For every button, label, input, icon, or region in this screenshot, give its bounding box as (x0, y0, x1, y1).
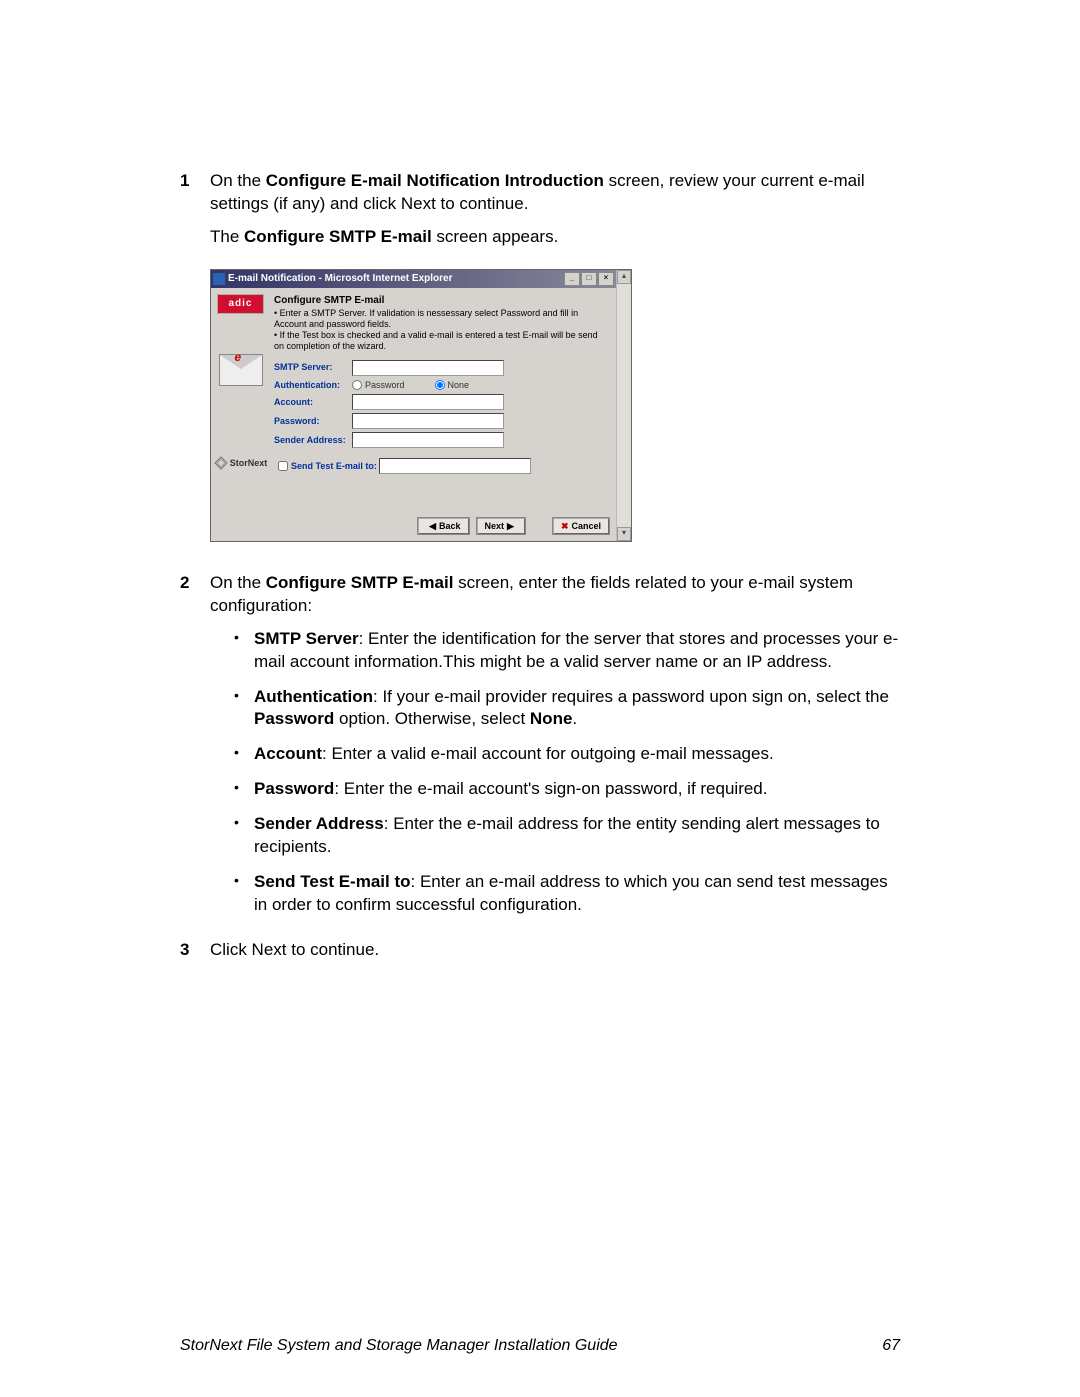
stornext-logo: StorNext (214, 456, 268, 470)
send-test-checkbox[interactable] (278, 461, 288, 471)
password-input[interactable] (352, 413, 504, 429)
auth-option-password[interactable]: Password (352, 379, 405, 391)
send-test-label: Send Test E-mail to: (291, 460, 379, 472)
minimize-button[interactable]: _ (564, 272, 580, 286)
x-icon: ✖ (561, 520, 569, 532)
adic-logo: adic (217, 294, 264, 314)
sender-address-input[interactable] (352, 432, 504, 448)
authentication-label: Authentication: (274, 379, 352, 391)
auth-option-none[interactable]: None (435, 379, 470, 391)
smtp-server-row: SMTP Server: (274, 360, 608, 376)
bullet-smtp-server: SMTP Server: Enter the identification fo… (234, 628, 900, 674)
scroll-up-icon[interactable]: ▴ (617, 270, 631, 284)
auth-password-radio[interactable] (352, 380, 362, 390)
step-1-line-1: On the Configure E-mail Notification Int… (210, 170, 900, 216)
side-panel: adic e StorNext (213, 290, 268, 509)
password-row: Password: (274, 413, 608, 429)
step-body: Click Next to continue. (210, 939, 900, 972)
field-bullets: SMTP Server: Enter the identification fo… (234, 628, 900, 917)
step-3: 3 Click Next to continue. (180, 939, 900, 972)
step-1: 1 On the Configure E-mail Notification I… (180, 170, 900, 259)
step-2: 2 On the Configure SMTP E-mail screen, e… (180, 572, 900, 929)
sender-address-row: Sender Address: (274, 432, 608, 448)
password-label: Password: (274, 415, 352, 427)
scroll-track[interactable] (617, 284, 631, 527)
page-footer: StorNext File System and Storage Manager… (180, 1335, 900, 1357)
panel-hints: • Enter a SMTP Server. If validation is … (274, 308, 608, 351)
next-button[interactable]: Next ▶ (476, 517, 526, 535)
account-input[interactable] (352, 394, 504, 410)
arrow-left-icon: ◀ (429, 520, 436, 532)
step-number: 1 (180, 170, 210, 259)
close-button[interactable]: × (598, 272, 614, 286)
panel-title: Configure SMTP E-mail (274, 294, 608, 308)
bullet-authentication: Authentication: If your e-mail provider … (234, 686, 900, 732)
window-title: E-mail Notification - Microsoft Internet… (228, 272, 452, 286)
ie-icon (213, 273, 225, 285)
step-2-line: On the Configure SMTP E-mail screen, ent… (210, 572, 900, 618)
account-row: Account: (274, 394, 608, 410)
step-number: 3 (180, 939, 210, 972)
sender-address-label: Sender Address: (274, 434, 352, 446)
auth-none-radio[interactable] (435, 380, 445, 390)
step-number: 2 (180, 572, 210, 929)
maximize-button[interactable]: □ (581, 272, 597, 286)
main-panel: Configure SMTP E-mail • Enter a SMTP Ser… (268, 290, 614, 509)
step-body: On the Configure SMTP E-mail screen, ent… (210, 572, 900, 929)
arrow-right-icon: ▶ (507, 520, 514, 532)
bullet-sender-address: Sender Address: Enter the e-mail address… (234, 813, 900, 859)
send-test-input[interactable] (379, 458, 531, 474)
dialog-window: E-mail Notification - Microsoft Internet… (210, 269, 632, 542)
account-label: Account: (274, 396, 352, 408)
authentication-row: Authentication: Password None (274, 379, 608, 391)
smtp-server-label: SMTP Server: (274, 361, 352, 373)
scroll-down-icon[interactable]: ▾ (617, 527, 631, 541)
step-3-text: Click Next to continue. (210, 939, 900, 962)
back-button[interactable]: ◀ Back (417, 517, 469, 535)
footer-title: StorNext File System and Storage Manager… (180, 1335, 618, 1357)
document-page: 1 On the Configure E-mail Notification I… (0, 0, 1080, 1397)
titlebar: E-mail Notification - Microsoft Internet… (211, 270, 616, 288)
cancel-button[interactable]: ✖ Cancel (552, 517, 610, 535)
envelope-icon: e (219, 354, 263, 386)
screenshot: E-mail Notification - Microsoft Internet… (210, 269, 900, 542)
bullet-send-test: Send Test E-mail to: Enter an e-mail add… (234, 871, 900, 917)
button-bar: ◀ Back Next ▶ ✖ Cancel (211, 511, 616, 541)
smtp-server-input[interactable] (352, 360, 504, 376)
dialog-body: adic e StorNext Config (211, 288, 616, 511)
bullet-password: Password: Enter the e-mail account's sig… (234, 778, 900, 801)
step-1-line-2: The Configure SMTP E-mail screen appears… (210, 226, 900, 249)
bullet-account: Account: Enter a valid e-mail account fo… (234, 743, 900, 766)
step-body: On the Configure E-mail Notification Int… (210, 170, 900, 259)
page-number: 67 (882, 1335, 900, 1357)
scrollbar[interactable]: ▴ ▾ (616, 270, 631, 541)
stornext-icon (214, 456, 228, 470)
send-test-row: Send Test E-mail to: (274, 458, 608, 474)
